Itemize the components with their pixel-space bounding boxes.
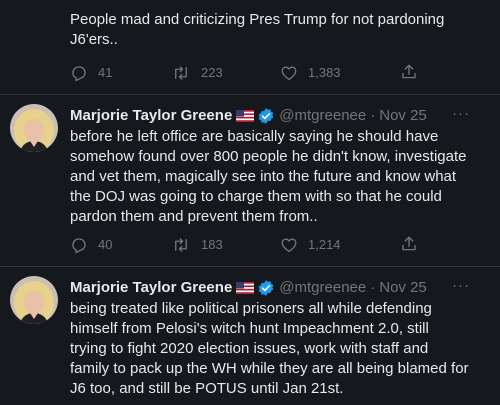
tweet-2-like-count: 1,214 [308,237,341,252]
more-options-icon[interactable]: ··· [452,104,470,124]
tweet-2-header: Marjorie Taylor Greene @mtgreenee · Nov … [70,106,427,126]
tweet-2-like-button[interactable]: 1,214 [280,235,341,255]
us-flag-icon [236,282,255,294]
us-flag-icon [236,110,255,122]
verified-badge-icon [257,107,275,125]
verified-badge-icon [257,279,275,297]
tweet-1-like-count: 1,383 [308,65,341,80]
tweet-2-share-button[interactable] [400,235,418,253]
tweet-1-text: People mad and criticizing Pres Trump fo… [70,11,445,48]
tweet-2-reply-count: 40 [98,237,113,252]
tweet-1-actions: 41 223 1,383 [70,63,430,83]
tweet-2-actions: 40 183 1,214 [70,235,430,255]
tweet-1-retweet-count: 223 [201,65,223,80]
author-name[interactable]: Marjorie Taylor Greene [70,278,232,298]
tweet-1-reply-count: 41 [98,65,113,80]
author-handle[interactable]: @mtgreenee [279,106,366,126]
separator-dot: · [370,279,376,296]
like-icon [280,64,298,82]
tweet-2-retweet-button[interactable]: 183 [171,235,223,255]
author-handle[interactable]: @mtgreenee [279,278,366,298]
share-icon [400,235,418,253]
tweet-1-reply-button[interactable]: 41 [70,63,112,83]
reply-icon [70,236,88,254]
tweet-1-share-button[interactable] [400,63,418,81]
tweet-2-retweet-count: 183 [201,237,223,252]
tweet-1-like-button[interactable]: 1,383 [280,63,341,83]
retweet-icon [171,236,191,254]
avatar[interactable] [10,104,58,152]
divider [0,266,500,267]
avatar[interactable] [10,276,58,324]
more-options-icon[interactable]: ··· [452,276,470,296]
retweet-icon [171,64,191,82]
tweet-2-reply-button[interactable]: 40 [70,235,112,255]
tweet-1-retweet-button[interactable]: 223 [171,63,223,83]
reply-icon [70,64,88,82]
divider [0,94,500,95]
like-icon [280,236,298,254]
separator-dot: · [370,107,376,124]
tweet-3-text: being treated like political prisoners a… [70,300,469,397]
tweet-2-text: before he left office are basically sayi… [70,128,467,225]
share-icon [400,63,418,81]
tweet-timestamp[interactable]: Nov 25 [379,278,427,298]
tweet-3-header: Marjorie Taylor Greene @mtgreenee · Nov … [70,278,427,298]
author-name[interactable]: Marjorie Taylor Greene [70,106,232,126]
tweet-timestamp[interactable]: Nov 25 [379,106,427,126]
